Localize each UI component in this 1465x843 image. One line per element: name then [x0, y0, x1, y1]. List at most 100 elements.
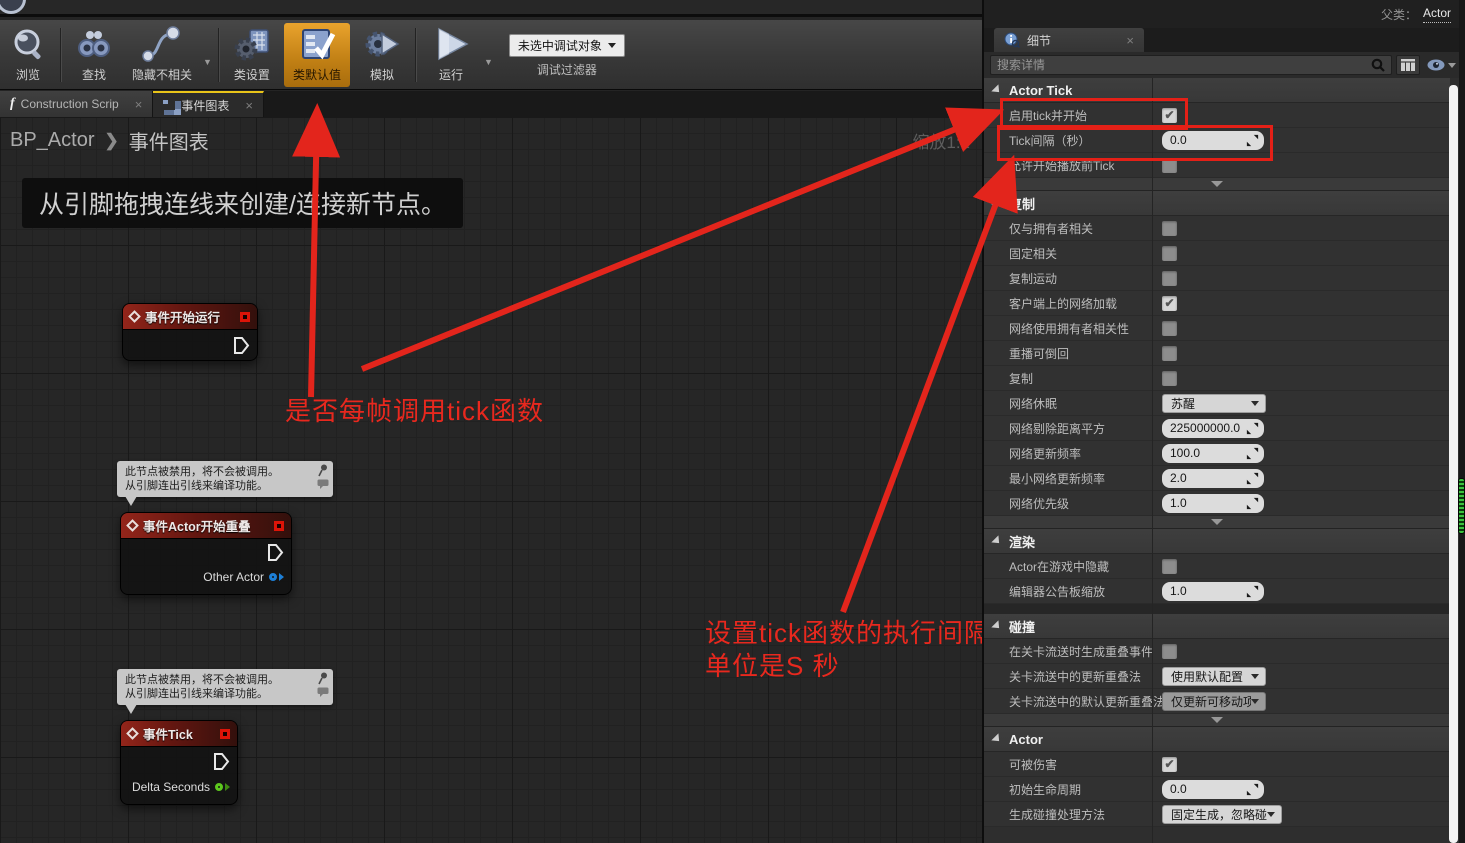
- net-update-frequency-input[interactable]: 100.0: [1162, 444, 1264, 463]
- min-net-update-frequency-input[interactable]: 2.0: [1162, 469, 1264, 488]
- debug-object-dropdown[interactable]: 未选中调试对象: [509, 34, 625, 57]
- pin-arrow-icon: [279, 573, 284, 581]
- editor-billboard-scale-input[interactable]: 1.0: [1162, 582, 1264, 601]
- spin-diagonal-icon[interactable]: [1246, 783, 1259, 796]
- search-input[interactable]: [997, 58, 1371, 72]
- event-diamond-icon: [128, 310, 141, 323]
- event-graph-canvas[interactable]: BP_Actor 事件图表 缩放1:1 从引脚拖拽连线来创建/连接新节点。 事件…: [0, 117, 982, 843]
- window-scrollbar-thumb[interactable]: [1458, 478, 1465, 534]
- tab-close-icon[interactable]: [135, 97, 143, 112]
- spin-diagonal-icon[interactable]: [1246, 472, 1259, 485]
- net-priority-input[interactable]: 1.0: [1162, 494, 1264, 513]
- category-expander[interactable]: [984, 516, 1450, 529]
- exec-pin-icon[interactable]: [268, 544, 284, 561]
- checkbox-replicates[interactable]: [1162, 371, 1177, 386]
- grid-view-icon: [1401, 59, 1415, 71]
- initial-life-span-input[interactable]: 0.0: [1162, 780, 1264, 799]
- checkbox-only-relevant-to-owner[interactable]: [1162, 221, 1177, 236]
- checkbox-net-load-on-client[interactable]: [1162, 296, 1177, 311]
- net-cull-distance-input[interactable]: 225000000.0: [1162, 419, 1264, 438]
- category-expander[interactable]: [984, 178, 1450, 191]
- details-search-row: [984, 52, 1465, 78]
- class-defaults-button[interactable]: 类默认值: [284, 23, 350, 87]
- parent-class-value[interactable]: Actor: [1423, 6, 1451, 23]
- expand-triangle-icon: [991, 84, 1002, 95]
- node-event-tick[interactable]: 事件Tick Delta Seconds: [120, 720, 238, 805]
- tick-interval-input[interactable]: 0.0: [1162, 131, 1264, 150]
- note-line2: 从引脚连出引线来编译功能。: [125, 479, 307, 493]
- section-header-actor-tick[interactable]: Actor Tick: [984, 78, 1450, 103]
- details-scrollbar-thumb[interactable]: [1449, 85, 1458, 843]
- section-header-collision[interactable]: 碰撞: [984, 614, 1450, 639]
- default-update-overlaps-method-dropdown[interactable]: 仅更新可移动项: [1162, 692, 1266, 711]
- checkbox-can-be-damaged[interactable]: [1162, 757, 1177, 772]
- checkbox-allow-tick-before-begin-play[interactable]: [1162, 158, 1177, 173]
- checkbox-replay-rewindable[interactable]: [1162, 346, 1177, 361]
- node-header: 事件开始运行: [123, 304, 257, 330]
- play-icon: [429, 26, 473, 64]
- exec-pin-icon[interactable]: [214, 753, 230, 770]
- pin-icon[interactable]: [318, 672, 328, 685]
- node-event-actor-begin-overlap[interactable]: 事件Actor开始重叠 Other Actor: [120, 512, 292, 595]
- spin-diagonal-icon[interactable]: [1246, 422, 1259, 435]
- node-event-begin-play[interactable]: 事件开始运行: [122, 303, 258, 361]
- spin-diagonal-icon[interactable]: [1246, 585, 1259, 598]
- spawn-collision-handling-dropdown[interactable]: 固定生成，忽略碰撞: [1162, 805, 1282, 824]
- comment-bubble-icon[interactable]: [317, 479, 329, 489]
- chevron-down-icon: [1251, 401, 1259, 406]
- tab-construction-script[interactable]: Construction Scrip: [0, 91, 153, 117]
- play-caret-icon[interactable]: ▼: [484, 43, 493, 67]
- hide-unrelated-caret-icon[interactable]: ▼: [203, 43, 212, 67]
- checkbox-generate-overlap-events-during-streaming[interactable]: [1162, 644, 1177, 659]
- class-settings-button[interactable]: 类设置: [223, 23, 281, 87]
- browse-button[interactable]: 浏览: [0, 23, 56, 87]
- class-settings-label: 类设置: [234, 66, 270, 83]
- section-header-actor[interactable]: Actor: [984, 727, 1450, 752]
- hide-unrelated-button[interactable]: 隐藏不相关: [123, 23, 201, 87]
- checkbox-actor-hidden-in-game[interactable]: [1162, 559, 1177, 574]
- expand-triangle-icon: [991, 535, 1002, 546]
- output-pin-delta-seconds[interactable]: Delta Seconds: [132, 780, 230, 794]
- node-disabled-icon[interactable]: [220, 729, 230, 739]
- comment-bubble-icon[interactable]: [317, 687, 329, 697]
- pin-icon[interactable]: [318, 464, 328, 477]
- section-header-rendering[interactable]: 渲染: [984, 529, 1450, 554]
- window-scrollbar-track[interactable]: [1459, 0, 1465, 843]
- exec-pin-icon[interactable]: [234, 337, 250, 354]
- checkbox-net-use-owner-relevancy[interactable]: [1162, 321, 1177, 336]
- tab-close-icon[interactable]: [1126, 33, 1134, 48]
- category-expander[interactable]: [984, 714, 1450, 727]
- checkbox-replicate-movement[interactable]: [1162, 271, 1177, 286]
- section-header-replication[interactable]: 复制: [984, 191, 1450, 216]
- checkbox-start-with-tick-enabled[interactable]: [1162, 108, 1177, 123]
- class-defaults-icon: [297, 26, 337, 64]
- debug-filter-label: 调试过滤器: [537, 61, 597, 78]
- tab-close-icon[interactable]: [245, 98, 253, 113]
- net-dormancy-dropdown[interactable]: 苏醒: [1162, 394, 1266, 413]
- expand-triangle-icon: [991, 197, 1002, 208]
- float-pin-icon: [215, 783, 223, 791]
- tab-label: Construction Scrip: [21, 97, 119, 111]
- view-options-button[interactable]: [1424, 59, 1459, 71]
- chevron-down-icon: [1211, 181, 1223, 187]
- bubble-icons: [317, 672, 329, 697]
- spin-diagonal-icon[interactable]: [1246, 134, 1259, 147]
- tab-event-graph[interactable]: 事件图表: [153, 91, 264, 117]
- property-matrix-button[interactable]: [1396, 55, 1420, 75]
- find-button[interactable]: 查找: [65, 23, 123, 87]
- play-button[interactable]: 运行: [420, 23, 482, 87]
- checkbox-always-relevant[interactable]: [1162, 246, 1177, 261]
- spin-diagonal-icon[interactable]: [1246, 497, 1259, 510]
- hide-unrelated-icon: [140, 26, 184, 64]
- search-box[interactable]: [990, 55, 1392, 75]
- details-panel: 细节: [982, 0, 1465, 843]
- breadcrumb-root[interactable]: BP_Actor: [10, 129, 94, 152]
- update-overlaps-method-dropdown[interactable]: 使用默认配置: [1162, 667, 1266, 686]
- details-tab-row: 细节: [984, 28, 1465, 52]
- spin-diagonal-icon[interactable]: [1246, 447, 1259, 460]
- node-disabled-icon[interactable]: [274, 521, 284, 531]
- tab-details[interactable]: 细节: [994, 28, 1144, 52]
- node-disabled-icon[interactable]: [240, 312, 250, 322]
- simulate-button[interactable]: 模拟: [353, 23, 411, 87]
- output-pin-other-actor[interactable]: Other Actor: [203, 570, 284, 584]
